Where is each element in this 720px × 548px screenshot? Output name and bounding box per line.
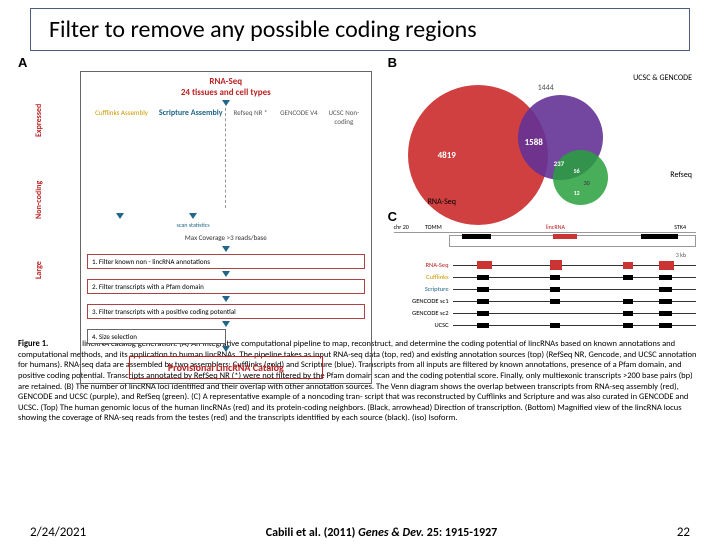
step-3: 3. Filter transcripts with a positive co… xyxy=(87,304,365,319)
rna-seq-label: RNA-Seq xyxy=(87,76,365,87)
cufflinks-label: Cufflinks Assembly xyxy=(87,108,156,208)
figure-row: A Expressed Non-coding Large RNA-Seq 24 … xyxy=(0,55,720,335)
gencode-label: GENCODE V4 xyxy=(275,108,323,208)
venn-rnaseq-label: RNA-Seq xyxy=(428,197,456,207)
refseq-label: Refseq NR * xyxy=(226,108,274,208)
footer-citation: Cabili et al. (2011) Genes & Dev. 25: 19… xyxy=(266,526,498,540)
panel-c-label: C xyxy=(388,209,397,224)
side-large: Large xyxy=(34,261,44,279)
footer-date: 2/24/2021 xyxy=(30,525,86,540)
panel-b: B 4819 1444 1588 237 56 30 12 UCSC & GEN… xyxy=(388,55,702,209)
provisional-catalog: Provisional LincRNA Catalog xyxy=(129,356,323,379)
scripture-label: Scripture Assembly xyxy=(156,108,225,208)
venn-ucsc-gencode-label: UCSC & GENCODE xyxy=(633,73,692,83)
panel-c: C chr 20 TOMM lincRNA STK4 3 kb RNA-Seq … xyxy=(388,209,702,335)
venn-count-g3: 12 xyxy=(574,189,580,197)
chr-label: chr 20 xyxy=(394,223,409,231)
track-gencode2: GENCODE sc2 xyxy=(394,309,449,317)
side-expressed: Expressed xyxy=(34,104,44,137)
max-coverage: Max Coverage >3 reads/base xyxy=(87,233,365,242)
slide-footer: 2/24/2021 Cabili et al. (2011) Genes & D… xyxy=(0,525,720,540)
panel-a: A Expressed Non-coding Large RNA-Seq 24 … xyxy=(18,55,380,335)
track-rnaseq: RNA-Seq xyxy=(394,261,449,269)
venn-count-g1: 56 xyxy=(574,167,580,175)
step-1: 1. Filter known non - lincRNA annotation… xyxy=(87,254,365,269)
linc-label: lincRNA xyxy=(546,223,565,231)
step-2: 2. Filter transcripts with a Pfam domain xyxy=(87,279,365,294)
venn-count-tri: 237 xyxy=(554,159,565,168)
scale-bar: 3 kb xyxy=(394,251,696,259)
venn-count-big: 4819 xyxy=(438,150,456,161)
venn-refseq-label: Refseq xyxy=(670,170,692,180)
footer-page: 22 xyxy=(677,525,690,540)
panel-a-label: A xyxy=(18,55,27,70)
venn-count-center: 1588 xyxy=(525,137,543,148)
side-noncoding: Non-coding xyxy=(34,181,44,219)
rna-seq-subtitle: 24 tissues and cell types xyxy=(87,87,365,98)
gene-tomm: TOMM xyxy=(415,223,540,231)
track-cufflinks: Cufflinks xyxy=(394,273,449,281)
gene-stk4: STK4 xyxy=(571,223,696,231)
step-4: 4. Size selection xyxy=(87,329,226,344)
ucsc-label: UCSC Non-coding xyxy=(323,108,364,208)
slide-title: Filter to remove any possible coding reg… xyxy=(30,8,690,51)
track-gencode1: GENCODE sc1 xyxy=(394,297,449,305)
venn-count-g2: 30 xyxy=(584,179,590,187)
track-scripture: Scripture xyxy=(394,285,449,293)
track-ucsc: UCSC xyxy=(394,321,449,329)
scan-stats: scan statistics xyxy=(160,221,225,229)
venn-count-top: 1444 xyxy=(538,83,554,93)
